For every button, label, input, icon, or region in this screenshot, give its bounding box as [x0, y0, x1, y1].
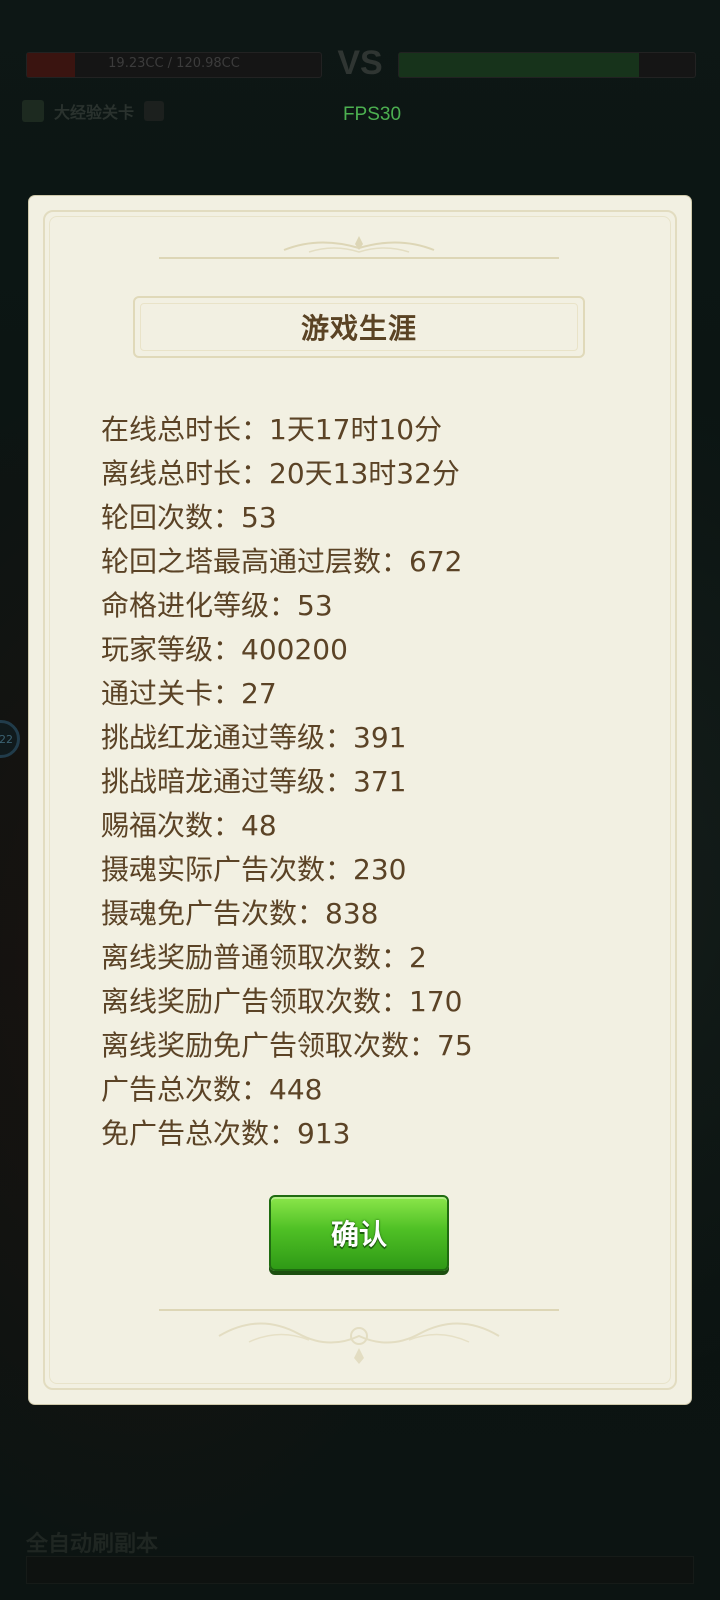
- bottom-progress-bar: [26, 1556, 694, 1584]
- stat-online-time: 在线总时长：1天17时10分: [101, 413, 443, 446]
- player-hp-bar: 19.23CC / 120.98CC: [26, 52, 322, 78]
- stage-info-icon[interactable]: [144, 101, 165, 121]
- stat-total-ads: 广告总次数：448: [101, 1073, 323, 1106]
- stat-soul-adfree-count: 摄魂免广告次数：838: [101, 897, 379, 930]
- stat-stages-cleared: 通过关卡：27: [101, 677, 277, 710]
- stat-fate-evolution-level: 命格进化等级：53: [101, 589, 333, 622]
- stat-offline-ad-claims: 离线奖励广告领取次数：170: [101, 985, 463, 1018]
- side-level-text: 22: [0, 732, 13, 746]
- confirm-button[interactable]: 确认: [269, 1195, 449, 1271]
- stat-player-level: 玩家等级：400200: [101, 633, 348, 666]
- stat-offline-normal-claims: 离线奖励普通领取次数：2: [101, 941, 427, 974]
- stat-soul-ad-count: 摄魂实际广告次数：230: [101, 853, 407, 886]
- stage-name: 大经验关卡: [54, 103, 135, 122]
- stat-offline-adfree-claims: 离线奖励免广告领取次数：75: [101, 1029, 473, 1062]
- stat-red-dragon-level: 挑战红龙通过等级：391: [101, 721, 407, 754]
- stat-offline-time: 离线总时长：20天13时32分: [101, 457, 460, 490]
- fps-counter: FPS30: [342, 104, 402, 125]
- stat-reincarnation-count: 轮回次数：53: [101, 501, 277, 534]
- player-hp-text: 19.23CC / 120.98CC: [108, 56, 240, 71]
- stat-dark-dragon-level: 挑战暗龙通过等级：371: [101, 765, 407, 798]
- career-stats-list: 在线总时长：1天17时10分 离线总时长：20天13时32分 轮回次数：53 轮…: [101, 408, 473, 1156]
- stage-label[interactable]: 大经验关卡: [22, 98, 165, 124]
- stat-blessing-count: 赐福次数：48: [101, 809, 277, 842]
- top-ornament-icon: [159, 236, 559, 259]
- enemy-hp-bar: [398, 52, 696, 78]
- stat-tower-max-floor: 轮回之塔最高通过层数：672: [101, 545, 463, 578]
- bottom-ornament-icon: [159, 1309, 559, 1364]
- auto-dungeon-label: 全自动刷副本: [26, 1532, 159, 1557]
- career-dialog: 游戏生涯 在线总时长：1天17时10分 离线总时长：20天13时32分 轮回次数…: [29, 196, 691, 1404]
- stage-icon: [22, 100, 44, 122]
- title-box: 游戏生涯: [133, 296, 585, 358]
- dialog-title: 游戏生涯: [300, 312, 417, 345]
- versus-label: VS: [337, 44, 383, 82]
- stat-total-adfree: 免广告总次数：913: [101, 1117, 351, 1150]
